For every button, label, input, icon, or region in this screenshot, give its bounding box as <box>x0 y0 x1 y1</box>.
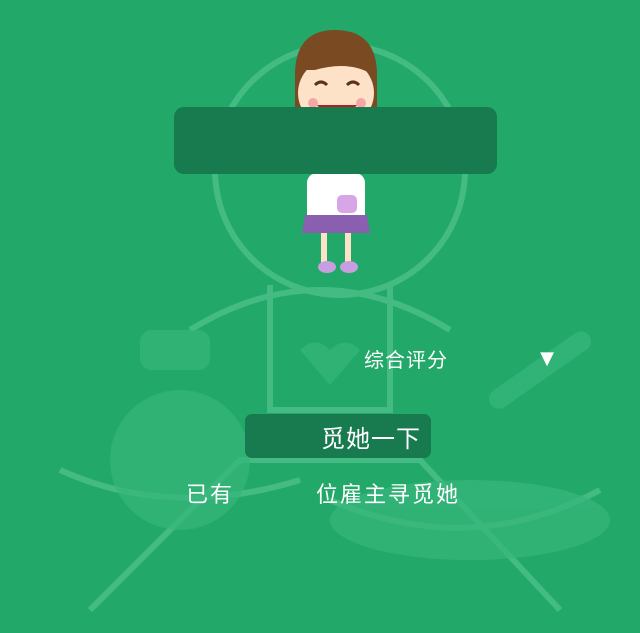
triangle-down-icon: ▼ <box>540 347 554 369</box>
employer-count-suffix: 位雇主寻觅她 <box>316 483 461 508</box>
sort-label: 综合评分 <box>364 347 448 372</box>
sort-dropdown[interactable]: 综合评分 ▼ <box>364 343 554 373</box>
find-her-button[interactable]: 觅她一下 <box>245 414 431 458</box>
find-her-button-label: 觅她一下 <box>321 424 421 453</box>
name-panel <box>174 107 497 174</box>
employer-count-prefix: 已有 <box>186 483 235 508</box>
